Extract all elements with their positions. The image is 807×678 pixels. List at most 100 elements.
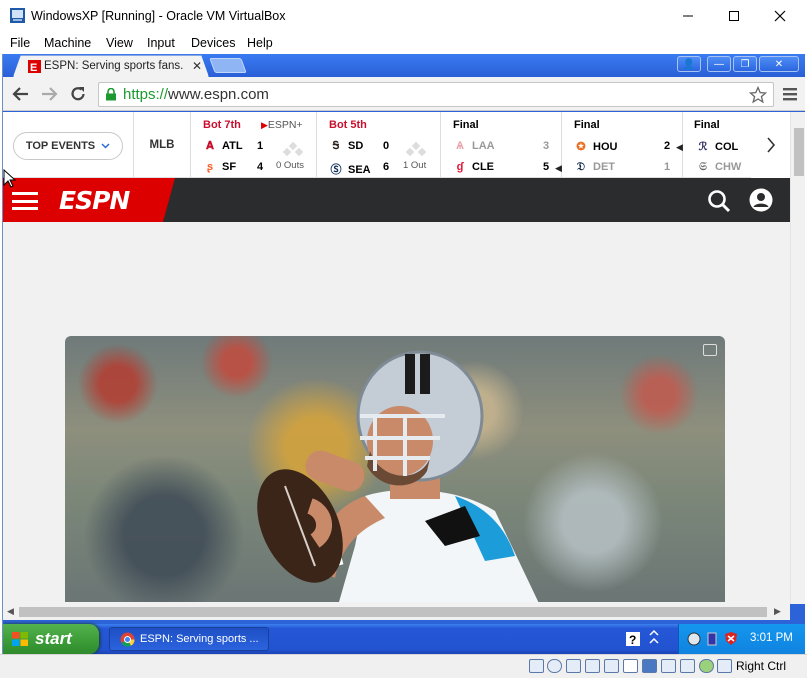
url-text: https://www.espn.com	[123, 86, 269, 103]
tab-close-icon[interactable]: ✕	[192, 59, 202, 73]
vbox-menubar: File Machine View Input Devices Help	[0, 32, 807, 54]
host-key-label: Right Ctrl	[736, 659, 787, 673]
game-card-atl-sf[interactable]: Bot 7th ▶ESPN+ 𝐀 ATL 1 ʂ SF 4 0 Outs	[191, 112, 317, 178]
start-button[interactable]: start	[3, 624, 99, 654]
bookmark-star-icon[interactable]	[749, 86, 767, 104]
team-row: 𝔇 DET 1	[574, 161, 684, 174]
forward-button[interactable]	[39, 84, 59, 104]
tab-strip: E ESPN: Serving sports fans. A ✕ 👤 — ❐ ✕	[3, 54, 805, 77]
mariners-logo-icon: Ⓢ	[330, 164, 342, 176]
menu-input[interactable]: Input	[147, 36, 175, 50]
start-label: start	[35, 629, 72, 648]
taskbar-chrome-item[interactable]: ESPN: Serving sports ...	[109, 627, 269, 651]
security-shield-icon[interactable]	[724, 631, 738, 646]
menu-view[interactable]: View	[106, 36, 133, 50]
maximize-icon	[729, 11, 739, 21]
espn-logo[interactable]: ESPN	[59, 186, 130, 215]
scrollbar-thumb[interactable]	[19, 607, 767, 617]
scroll-right-icon[interactable]: ▶	[774, 606, 781, 617]
winner-caret-icon: ◀	[555, 163, 562, 173]
reload-button[interactable]	[68, 84, 88, 104]
url-host: www.espn.com	[168, 86, 269, 103]
image-gallery-icon[interactable]	[703, 344, 717, 356]
search-button[interactable]	[707, 189, 731, 213]
profile-button[interactable]	[749, 188, 773, 212]
chrome-minimize-button[interactable]: —	[707, 56, 731, 72]
top-events-dropdown[interactable]: TOP EVENTS	[13, 132, 123, 160]
network-status-icon[interactable]	[585, 659, 600, 673]
bases-diamond-icon	[405, 142, 427, 157]
game-card-col-chw[interactable]: Final ℛ COL 𝔖 CHW	[683, 112, 751, 178]
recording-status-icon[interactable]	[661, 659, 676, 673]
hdd-status-icon[interactable]	[529, 659, 544, 673]
chevron-right-icon	[766, 137, 775, 153]
profile-icon[interactable]: 👤	[677, 56, 701, 72]
menu-file[interactable]: File	[10, 36, 30, 50]
cpu-status-icon[interactable]	[680, 659, 695, 673]
user-icon	[749, 188, 773, 212]
taskbar-item-label: ESPN: Serving sports ...	[140, 633, 259, 645]
chrome-menu-button[interactable]	[780, 84, 800, 104]
lock-icon	[106, 88, 116, 101]
arrow-left-icon	[12, 87, 28, 101]
team-row: ɠ CLE 5	[453, 161, 563, 173]
tigers-logo-icon: 𝔇	[576, 161, 586, 173]
tab-title: ESPN: Serving sports fans. A	[44, 60, 184, 72]
scroll-left-icon[interactable]: ◀	[7, 606, 14, 617]
chrome-close-button[interactable]: ✕	[759, 56, 799, 72]
hamburger-menu-icon[interactable]	[12, 192, 38, 210]
address-bar[interactable]: https://www.espn.com	[98, 82, 774, 107]
minimize-button[interactable]	[665, 4, 711, 28]
rockies-logo-icon: ℛ	[698, 141, 708, 153]
outs-count: 1 Out	[403, 160, 427, 171]
maximize-button[interactable]	[711, 4, 757, 28]
game-card-laa-cle[interactable]: Final Ѧ LAA 3 ɠ CLE 5 ◀	[441, 112, 562, 178]
hero-image[interactable]	[65, 336, 725, 602]
mouse-integration-icon[interactable]	[699, 659, 714, 673]
guest-display[interactable]: E ESPN: Serving sports fans. A ✕ 👤 — ❐ ✕	[2, 54, 805, 654]
help-icon[interactable]: ?	[626, 632, 640, 646]
game-status: Bot 5th	[329, 119, 367, 131]
vertical-scrollbar[interactable]	[790, 112, 805, 604]
quarterback-photo	[257, 350, 539, 602]
vbox-titlebar: WindowsXP [Running] - Oracle VM VirtualB…	[0, 0, 807, 32]
usb-tray-icon[interactable]	[707, 631, 717, 647]
usb-status-icon[interactable]	[604, 659, 619, 673]
expand-arrows-icon[interactable]	[648, 629, 660, 645]
optical-drive-icon[interactable]	[547, 659, 562, 673]
game-card-sd-sea[interactable]: Bot 5th Ꭶ SD 0 Ⓢ SEA 6 1 Out	[317, 112, 441, 178]
shared-folders-icon[interactable]	[623, 659, 638, 673]
espn-logo-area: ESPN	[3, 178, 175, 222]
audio-status-icon[interactable]	[566, 659, 581, 673]
tab-espn[interactable]: E ESPN: Serving sports fans. A ✕	[13, 55, 209, 77]
outs-count: 0 Outs	[276, 160, 304, 171]
angels-logo-icon: Ѧ	[456, 140, 464, 152]
mouse-cursor-icon	[3, 169, 16, 188]
display-status-icon[interactable]	[642, 659, 657, 673]
menu-machine[interactable]: Machine	[44, 36, 91, 50]
page-viewport[interactable]: TOP EVENTS MLB Bot 7th ▶ESPN+ 𝐀 ATL 1 ʂ SF…	[3, 112, 790, 604]
horizontal-scrollbar[interactable]: ◀ ▶	[3, 604, 790, 620]
menu-help[interactable]: Help	[247, 36, 273, 50]
network-tray-icon[interactable]	[687, 632, 701, 646]
svg-text:E: E	[30, 62, 37, 73]
chrome-restore-button[interactable]: ❐	[733, 56, 757, 72]
network-badge: ▶ESPN+	[261, 119, 303, 131]
chrome-window: E ESPN: Serving sports fans. A ✕ 👤 — ❐ ✕	[3, 54, 805, 624]
scores-next-button[interactable]	[751, 112, 790, 178]
vbox-window-title: WindowsXP [Running] - Oracle VM VirtualB…	[31, 9, 286, 23]
new-tab-button[interactable]	[209, 58, 247, 73]
scrollbar-thumb[interactable]	[794, 128, 804, 176]
svg-text:?: ?	[629, 633, 636, 646]
game-card-hou-det[interactable]: Final ✪ HOU 2 𝔇 DET 1 ◀	[562, 112, 683, 178]
bases-diamond-icon	[282, 142, 304, 157]
league-label[interactable]: MLB	[133, 112, 191, 178]
game-status: Final	[694, 119, 720, 131]
scoreboard-strip: TOP EVENTS MLB Bot 7th ▶ESPN+ 𝐀 ATL 1 ʂ SF…	[3, 112, 790, 178]
keyboard-status-icon[interactable]	[717, 659, 732, 673]
menu-devices[interactable]: Devices	[191, 36, 235, 50]
game-status: Bot 7th	[203, 119, 241, 131]
astros-logo-icon: ✪	[576, 141, 586, 153]
close-window-button[interactable]	[757, 4, 803, 28]
back-button[interactable]	[11, 84, 31, 104]
